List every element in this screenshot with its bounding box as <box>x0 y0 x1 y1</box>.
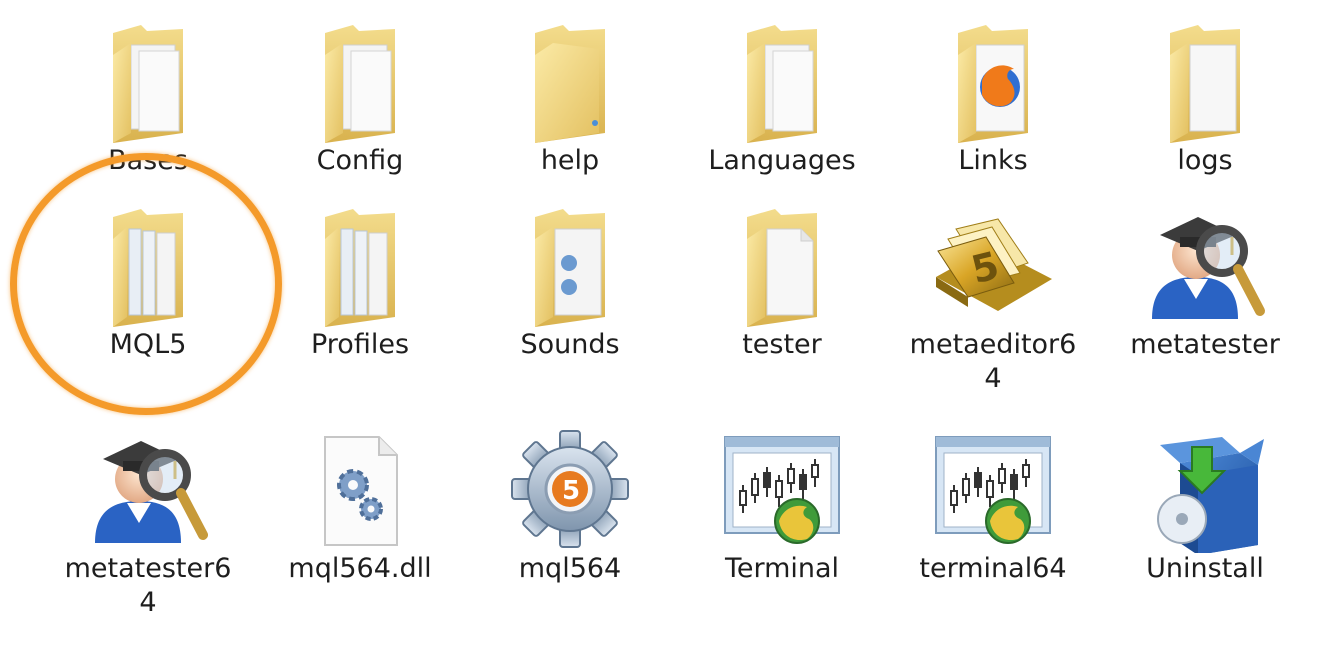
item-label: logs <box>1177 145 1233 176</box>
terminal-icon <box>928 418 1058 558</box>
item-terminal[interactable]: Terminal <box>682 418 882 586</box>
item-label: MQL5 <box>109 329 187 360</box>
item-label: Languages <box>708 145 856 176</box>
item-label: mql564.dll <box>288 553 432 584</box>
uninstall-icon <box>1140 418 1270 558</box>
metatester-icon <box>1140 194 1270 334</box>
item-label: metatester64 <box>64 553 232 618</box>
folder-contents-view: Bases Config help Languages Links logs M… <box>0 0 1319 652</box>
item-label: Config <box>316 145 404 176</box>
item-label: metaeditor64 <box>909 329 1077 394</box>
item-tester[interactable]: tester <box>682 194 882 362</box>
item-metatester[interactable]: metatester <box>1105 194 1305 362</box>
item-mql5[interactable]: MQL5 <box>48 194 248 362</box>
svg-text:5: 5 <box>562 476 580 506</box>
item-label: terminal64 <box>919 553 1067 584</box>
item-label: Terminal <box>724 553 840 584</box>
item-languages[interactable]: Languages <box>682 10 882 178</box>
terminal-icon <box>717 418 847 558</box>
folder-icon <box>295 10 425 150</box>
metatester-icon <box>83 418 213 558</box>
dll-file-icon <box>295 418 425 558</box>
item-logs[interactable]: logs <box>1105 10 1305 178</box>
item-metaeditor64[interactable]: 5 metaeditor64 <box>893 194 1093 396</box>
item-label: metatester <box>1130 329 1280 360</box>
metaeditor-icon: 5 <box>928 194 1058 334</box>
item-mql564-dll[interactable]: mql564.dll <box>260 418 460 586</box>
item-label: mql564 <box>518 553 622 584</box>
item-label: Uninstall <box>1146 553 1264 584</box>
item-mql564[interactable]: 5 mql564 <box>470 418 670 586</box>
folder-icon <box>717 10 847 150</box>
folder-icon <box>717 194 847 334</box>
item-label: tester <box>742 329 822 360</box>
item-help[interactable]: help <box>470 10 670 178</box>
folder-icon <box>505 194 635 334</box>
item-label: Profiles <box>310 329 410 360</box>
item-metatester64[interactable]: metatester64 <box>48 418 248 620</box>
item-links[interactable]: Links <box>893 10 1093 178</box>
folder-icon <box>1140 10 1270 150</box>
item-label: Bases <box>108 145 188 176</box>
item-profiles[interactable]: Profiles <box>260 194 460 362</box>
item-bases[interactable]: Bases <box>48 10 248 178</box>
folder-icon <box>505 10 635 150</box>
item-config[interactable]: Config <box>260 10 460 178</box>
folder-icon <box>83 10 213 150</box>
item-label: Sounds <box>520 329 620 360</box>
folder-icon <box>295 194 425 334</box>
item-label: help <box>540 145 600 176</box>
item-sounds[interactable]: Sounds <box>470 194 670 362</box>
gear-5-icon: 5 <box>505 418 635 558</box>
folder-icon <box>83 194 213 334</box>
item-terminal64[interactable]: terminal64 <box>893 418 1093 586</box>
item-label: Links <box>958 145 1028 176</box>
item-uninstall[interactable]: Uninstall <box>1105 418 1305 586</box>
firefox-folder-icon <box>928 10 1058 150</box>
